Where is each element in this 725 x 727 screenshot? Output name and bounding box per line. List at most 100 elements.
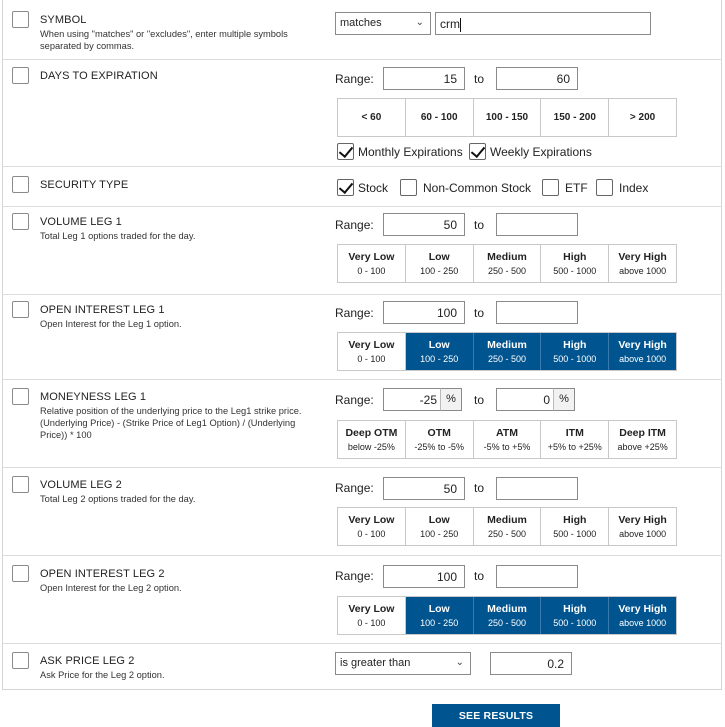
preset-range: +5% to +25%: [547, 441, 602, 452]
preset-label: Very High: [618, 513, 667, 526]
oi-leg2-preset-button[interactable]: High 500 - 1000: [541, 597, 610, 634]
filter-checkbox-security-type[interactable]: [12, 176, 29, 193]
monthly-expirations-checkbox[interactable]: Monthly Expirations: [337, 143, 463, 160]
filter-title: OPEN INTEREST LEG 1: [40, 304, 165, 316]
oi-leg2-to-input[interactable]: [496, 565, 578, 588]
see-results-button[interactable]: SEE RESULTS: [432, 704, 560, 727]
security-type-index[interactable]: Index: [596, 179, 648, 196]
checkbox-box: [596, 179, 613, 196]
moneyness-leg1-preset-button[interactable]: Deep ITM above +25%: [609, 421, 676, 458]
security-type-stock[interactable]: Stock: [337, 179, 388, 196]
filter-checkbox-ask-leg2[interactable]: [12, 652, 29, 669]
filter-description: When using "matches" or "excludes", ente…: [40, 29, 288, 51]
range-label: Range:: [335, 393, 374, 407]
oi-leg2-preset-button[interactable]: Very Low 0 - 100: [338, 597, 406, 634]
volume-leg2-preset-button[interactable]: Very High above 1000: [609, 508, 676, 545]
dte-from-input[interactable]: 15: [383, 67, 465, 90]
dte-preset-button[interactable]: 100 - 150: [473, 99, 542, 136]
preset-label: Deep OTM: [345, 426, 398, 439]
checkbox-label: Non-Common Stock: [423, 180, 532, 195]
volume-leg1-to-input[interactable]: [496, 213, 578, 236]
chevron-down-icon: ⌄: [415, 17, 424, 28]
symbol-input-value: crm: [440, 17, 460, 31]
volume-leg2-to-input[interactable]: [496, 477, 578, 500]
filter-checkbox-oi-leg2[interactable]: [12, 565, 29, 582]
preset-label: Very Low: [348, 338, 395, 351]
weekly-expirations-checkbox[interactable]: Weekly Expirations: [469, 143, 592, 160]
filter-checkbox-symbol[interactable]: [12, 11, 29, 28]
volume-leg2-preset-button[interactable]: Medium 250 - 500: [473, 508, 542, 545]
dte-preset-button[interactable]: 60 - 100: [405, 99, 474, 136]
filter-checkbox-oi-leg1[interactable]: [12, 301, 29, 318]
symbol-match-select[interactable]: matches ⌄: [335, 12, 431, 35]
oi-leg1-from-input[interactable]: 100: [383, 301, 465, 324]
preset-label: Very Low: [348, 602, 395, 615]
filter-checkbox-volume-leg1[interactable]: [12, 213, 29, 230]
dte-preset-button[interactable]: 150 - 200: [541, 99, 610, 136]
volume-leg2-preset-button[interactable]: Very Low 0 - 100: [338, 508, 406, 545]
ask-operator-value: is greater than: [340, 657, 411, 669]
preset-label: Very High: [618, 602, 667, 615]
dte-to-input[interactable]: 60: [496, 67, 578, 90]
preset-range: 250 - 500: [487, 528, 526, 539]
preset-range: below -25%: [347, 441, 395, 452]
checkbox-box: [400, 179, 417, 196]
dte-preset-button[interactable]: > 200: [609, 99, 676, 136]
security-type-non-common-stock[interactable]: Non-Common Stock: [400, 179, 531, 196]
oi-leg2-from-input[interactable]: 100: [383, 565, 465, 588]
moneyness-leg1-preset-button[interactable]: OTM -25% to -5%: [405, 421, 474, 458]
oi-leg1-preset-button[interactable]: Medium 250 - 500: [473, 333, 542, 370]
dte-preset-button[interactable]: < 60: [338, 99, 406, 136]
filter-description: Open Interest for the Leg 1 option.: [40, 319, 182, 329]
filter-checkbox-dte[interactable]: [12, 67, 29, 84]
ask-price-input[interactable]: 0.2: [490, 652, 572, 675]
volume-leg1-preset-button[interactable]: Medium 250 - 500: [473, 245, 542, 282]
volume-leg2-preset-group: Very Low 0 - 100 Low 100 - 250 Medium 250 - 5…: [337, 507, 677, 546]
filter-checkbox-moneyness-leg1[interactable]: [12, 388, 29, 405]
preset-range: 100 - 250: [420, 528, 459, 539]
preset-label: Medium: [487, 250, 527, 263]
filter-row-days-to-expiration: DAYS TO EXPIRATION Range: 15 to 60 < 60 …: [3, 60, 722, 167]
volume-leg2-preset-button[interactable]: Low 100 - 250: [405, 508, 474, 545]
oi-leg1-preset-button[interactable]: Very Low 0 - 100: [338, 333, 406, 370]
volume-leg1-preset-button[interactable]: Very High above 1000: [609, 245, 676, 282]
ask-operator-select[interactable]: is greater than ⌄: [335, 652, 471, 675]
checkmark-icon: [469, 143, 486, 160]
filter-checkbox-volume-leg2[interactable]: [12, 476, 29, 493]
moneyness-leg1-preset-button[interactable]: Deep OTM below -25%: [338, 421, 406, 458]
to-label: to: [474, 481, 485, 495]
preset-label: OTM: [427, 426, 451, 439]
preset-range: above 1000: [619, 528, 667, 539]
volume-leg1-preset-button[interactable]: High 500 - 1000: [541, 245, 610, 282]
to-label: to: [474, 569, 485, 583]
moneyness-from-input[interactable]: -25: [383, 388, 441, 411]
oi-leg1-to-input[interactable]: [496, 301, 578, 324]
filter-row-security-type: SECURITY TYPE Stock Non-Common Stock ETF…: [3, 167, 722, 207]
oi-leg1-preset-button[interactable]: Very High above 1000: [609, 333, 676, 370]
preset-label: Medium: [487, 513, 527, 526]
oi-leg2-preset-button[interactable]: Very High above 1000: [609, 597, 676, 634]
volume-leg2-preset-button[interactable]: High 500 - 1000: [541, 508, 610, 545]
oi-leg2-preset-button[interactable]: Medium 250 - 500: [473, 597, 542, 634]
preset-range: 500 - 1000: [553, 617, 597, 628]
moneyness-leg1-preset-button[interactable]: ITM +5% to +25%: [541, 421, 610, 458]
oi-leg1-preset-button[interactable]: Low 100 - 250: [405, 333, 474, 370]
moneyness-leg1-preset-button[interactable]: ATM -5% to +5%: [473, 421, 542, 458]
security-type-etf[interactable]: ETF: [542, 179, 588, 196]
volume-leg2-from-input[interactable]: 50: [383, 477, 465, 500]
volume-leg1-preset-button[interactable]: Low 100 - 250: [405, 245, 474, 282]
preset-label: Very Low: [348, 513, 395, 526]
filter-title: ASK PRICE LEG 2: [40, 655, 135, 667]
filter-row-ask-price-leg2: ASK PRICE LEG 2 Ask Price for the Leg 2 …: [3, 644, 722, 690]
text-caret: [460, 17, 461, 32]
volume-leg1-preset-button[interactable]: Very Low 0 - 100: [338, 245, 406, 282]
oi-leg1-preset-button[interactable]: High 500 - 1000: [541, 333, 610, 370]
filter-description: Relative position of the underlying pric…: [40, 406, 302, 440]
preset-range: 500 - 1000: [553, 528, 597, 539]
symbol-input[interactable]: crm: [435, 12, 651, 35]
moneyness-to-input[interactable]: 0: [496, 388, 554, 411]
oi-leg2-preset-button[interactable]: Low 100 - 250: [405, 597, 474, 634]
volume-leg1-from-input[interactable]: 50: [383, 213, 465, 236]
preset-label: ITM: [565, 426, 584, 439]
checkbox-label: Weekly Expirations: [490, 144, 592, 159]
